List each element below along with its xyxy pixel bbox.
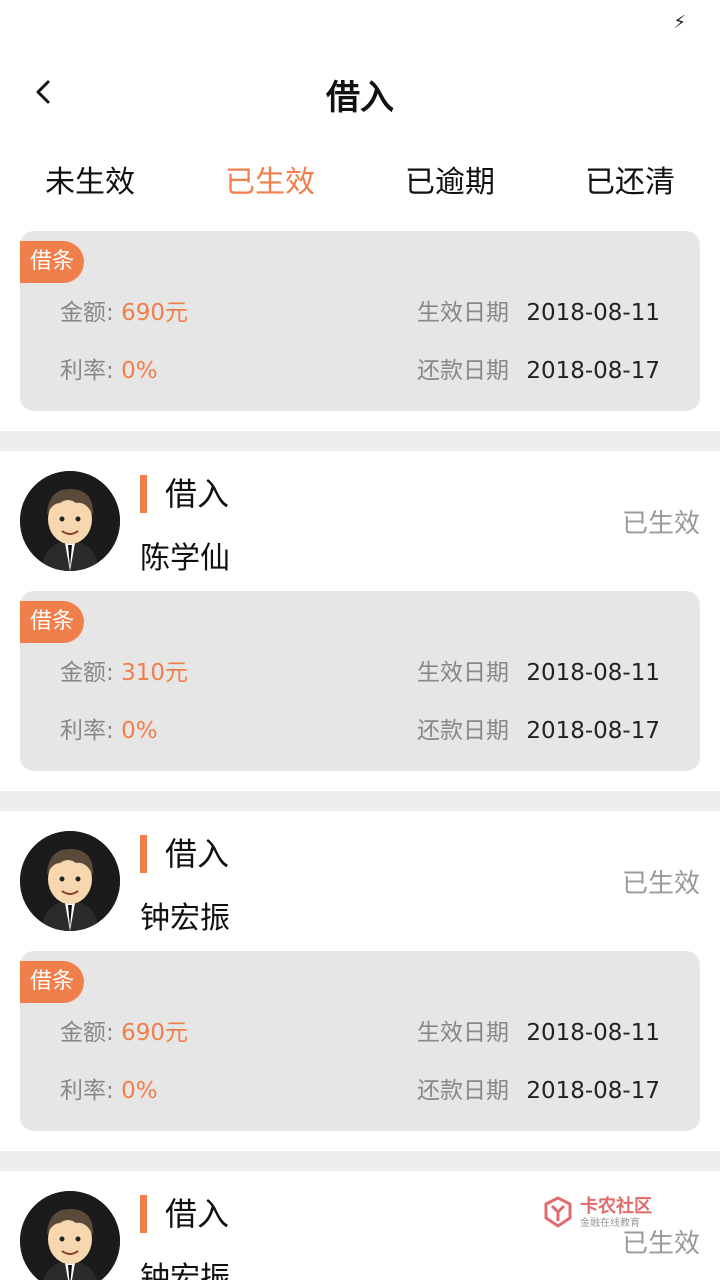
repay-date-value: 2018-08-17 bbox=[526, 718, 660, 744]
effective-date-label: 生效日期 bbox=[417, 300, 510, 326]
status-bar: ⚡ bbox=[0, 0, 720, 44]
amount-value: 690元 bbox=[121, 300, 188, 326]
loan-status: 已生效 bbox=[621, 509, 700, 539]
loan-type-label: 借入 bbox=[140, 835, 229, 873]
effective-date-row: 生效日期 2018-08-11 bbox=[417, 293, 660, 327]
cartoon-avatar-icon bbox=[20, 1191, 120, 1280]
repay-date-value: 2018-08-17 bbox=[526, 1078, 660, 1104]
rate-row: 利率: 0% bbox=[60, 351, 158, 385]
rate-value: 0% bbox=[121, 358, 158, 384]
counterparty-name: 陈学仙 bbox=[140, 541, 230, 576]
effective-date-value: 2018-08-11 bbox=[526, 660, 660, 686]
kanong-logo-icon bbox=[544, 1196, 572, 1228]
repay-date-label: 还款日期 bbox=[417, 718, 510, 744]
loan-type-label: 借入 bbox=[140, 475, 229, 513]
counterparty-name: 钟宏振 bbox=[140, 1261, 230, 1280]
loan-note: 借条 金额: 690元 利率: 0% 生效日期 2018-08-11 还款日期 … bbox=[20, 951, 700, 1131]
loan-note[interactable]: 借条 金额: 690元 利率: 0% 生效日期 2018-08-11 还款日期 … bbox=[20, 231, 700, 411]
rate-label: 利率: bbox=[60, 358, 114, 384]
amount-value: 310元 bbox=[121, 660, 188, 686]
avatar bbox=[20, 471, 120, 571]
tab-repaid[interactable]: 已还清 bbox=[540, 140, 720, 226]
effective-date-value: 2018-08-11 bbox=[526, 300, 660, 326]
cartoon-avatar-icon bbox=[20, 471, 120, 571]
divider bbox=[0, 431, 720, 451]
effective-date-row: 生效日期 2018-08-11 bbox=[417, 1013, 660, 1047]
watermark-subtitle: 金融在线教育 bbox=[580, 1218, 640, 1229]
amount-row: 金额: 690元 bbox=[60, 1013, 188, 1047]
amount-label: 金额: bbox=[60, 1020, 114, 1046]
tab-overdue[interactable]: 已逾期 bbox=[360, 140, 540, 226]
rate-label: 利率: bbox=[60, 1078, 114, 1104]
repay-date-label: 还款日期 bbox=[417, 358, 510, 384]
rate-row: 利率: 0% bbox=[60, 711, 158, 745]
rate-label: 利率: bbox=[60, 718, 114, 744]
loan-type-label: 借入 bbox=[140, 1195, 229, 1233]
repay-date-row: 还款日期 2018-08-17 bbox=[417, 711, 660, 745]
note-tag: 借条 bbox=[20, 241, 84, 283]
rate-value: 0% bbox=[121, 718, 158, 744]
effective-date-row: 生效日期 2018-08-11 bbox=[417, 653, 660, 687]
effective-date-value: 2018-08-11 bbox=[526, 1020, 660, 1046]
cartoon-avatar-icon bbox=[20, 831, 120, 931]
tab-pending[interactable]: 未生效 bbox=[0, 140, 180, 226]
rate-row: 利率: 0% bbox=[60, 1071, 158, 1105]
card-header: 借入 陈学仙 已生效 bbox=[0, 451, 720, 591]
status-tabs: 未生效 已生效 已逾期 已还清 bbox=[0, 140, 720, 226]
amount-label: 金额: bbox=[60, 300, 114, 326]
repay-date-label: 还款日期 bbox=[417, 1078, 510, 1104]
repay-date-row: 还款日期 2018-08-17 bbox=[417, 1071, 660, 1105]
effective-date-label: 生效日期 bbox=[417, 660, 510, 686]
tab-effective[interactable]: 已生效 bbox=[180, 140, 360, 226]
effective-date-label: 生效日期 bbox=[417, 1020, 510, 1046]
avatar bbox=[20, 831, 120, 931]
header: 借入 bbox=[0, 44, 720, 140]
note-tag: 借条 bbox=[20, 601, 84, 643]
watermark: 卡农社区 金融在线教育 bbox=[540, 1192, 670, 1232]
note-tag: 借条 bbox=[20, 961, 84, 1003]
loan-note: 借条 金额: 310元 利率: 0% 生效日期 2018-08-11 还款日期 … bbox=[20, 591, 700, 771]
card-header: 借入 钟宏振 已生效 bbox=[0, 811, 720, 951]
amount-value: 690元 bbox=[121, 1020, 188, 1046]
divider bbox=[0, 1151, 720, 1171]
charging-icon: ⚡ bbox=[673, 12, 686, 33]
amount-label: 金额: bbox=[60, 660, 114, 686]
amount-row: 金额: 690元 bbox=[60, 293, 188, 327]
amount-row: 金额: 310元 bbox=[60, 653, 188, 687]
page-title: 借入 bbox=[326, 78, 394, 118]
loan-status: 已生效 bbox=[621, 869, 700, 899]
avatar bbox=[20, 1191, 120, 1280]
loan-card[interactable]: 借入 钟宏振 已生效 借条 金额: 690元 利率: 0% 生效日期 2018-… bbox=[0, 811, 720, 1151]
counterparty-name: 钟宏振 bbox=[140, 901, 230, 936]
rate-value: 0% bbox=[121, 1078, 158, 1104]
repay-date-value: 2018-08-17 bbox=[526, 358, 660, 384]
repay-date-row: 还款日期 2018-08-17 bbox=[417, 351, 660, 385]
loan-card[interactable]: 借入 陈学仙 已生效 借条 金额: 310元 利率: 0% 生效日期 2018-… bbox=[0, 451, 720, 791]
divider bbox=[0, 791, 720, 811]
